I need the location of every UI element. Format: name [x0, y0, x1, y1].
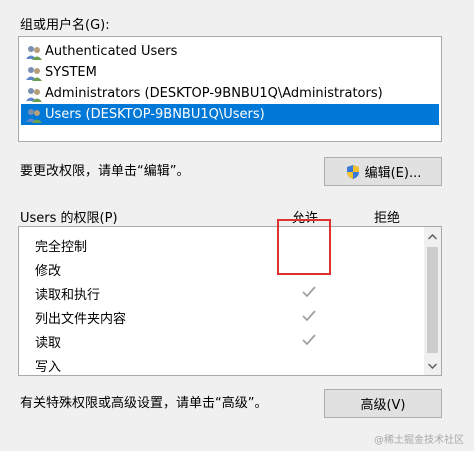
deny-column-header: 拒绝 — [374, 211, 401, 226]
annotation-highlight-box — [277, 219, 331, 275]
scroll-thumb[interactable] — [427, 247, 438, 353]
permission-name: 修改 — [35, 264, 62, 279]
edit-button[interactable]: 编辑(E)... — [324, 157, 442, 186]
permission-name: 完全控制 — [35, 240, 88, 255]
users-icon — [26, 45, 42, 60]
check-icon — [302, 334, 316, 346]
shield-icon — [346, 164, 359, 179]
permission-row-list-folder: 列出文件夹内容 — [19, 304, 424, 328]
advanced-settings-hint: 有关特殊权限或高级设置，请单击“高级”。 — [20, 396, 268, 411]
permissions-list[interactable]: 完全控制 修改 读取和执行 列出文件夹内容 读取 写入 — [18, 226, 442, 376]
permission-row-modify: 修改 — [19, 256, 424, 280]
scroll-down-arrow[interactable] — [424, 357, 441, 374]
watermark: @稀土掘金技术社区 — [374, 435, 464, 446]
chevron-up-icon — [428, 233, 437, 240]
user-name: Administrators (DESKTOP-9BNBU1Q\Administ… — [45, 86, 383, 101]
edit-button-label: 编辑(E)... — [364, 166, 422, 181]
chevron-down-icon — [428, 362, 437, 369]
change-permissions-hint: 要更改权限，请单击“编辑”。 — [20, 164, 190, 179]
permission-row-read: 读取 — [19, 328, 424, 352]
permission-name: 读取 — [35, 336, 62, 351]
permission-row-full-control: 完全控制 — [19, 232, 424, 256]
check-icon — [302, 310, 316, 322]
permission-name: 读取和执行 — [35, 288, 101, 303]
advanced-button[interactable]: 高级(V) — [324, 389, 442, 418]
users-icon — [26, 66, 42, 81]
user-name: SYSTEM — [45, 65, 97, 80]
permission-row-read-execute: 读取和执行 — [19, 280, 424, 304]
users-icon — [26, 87, 42, 102]
permissions-title: Users 的权限(P) — [20, 211, 118, 226]
check-icon — [302, 286, 316, 298]
users-icon — [26, 108, 42, 123]
permissions-scrollbar[interactable] — [424, 227, 441, 375]
user-row-system[interactable]: SYSTEM — [21, 62, 439, 83]
advanced-button-label: 高级(V) — [360, 398, 406, 413]
permission-row-write: 写入 — [19, 352, 424, 375]
user-name: Authenticated Users — [45, 44, 178, 59]
permission-name: 列出文件夹内容 — [35, 312, 127, 327]
scroll-up-arrow[interactable] — [424, 228, 441, 245]
user-row-authenticated-users[interactable]: Authenticated Users — [21, 41, 439, 62]
user-row-administrators[interactable]: Administrators (DESKTOP-9BNBU1Q\Administ… — [21, 83, 439, 104]
group-users-list[interactable]: Authenticated Users SYSTEM Administrator… — [18, 36, 442, 142]
group-users-label: 组或用户名(G): — [20, 18, 110, 33]
user-name: Users (DESKTOP-9BNBU1Q\Users) — [45, 107, 265, 122]
user-row-users[interactable]: Users (DESKTOP-9BNBU1Q\Users) — [21, 104, 439, 125]
permission-name: 写入 — [35, 360, 62, 375]
